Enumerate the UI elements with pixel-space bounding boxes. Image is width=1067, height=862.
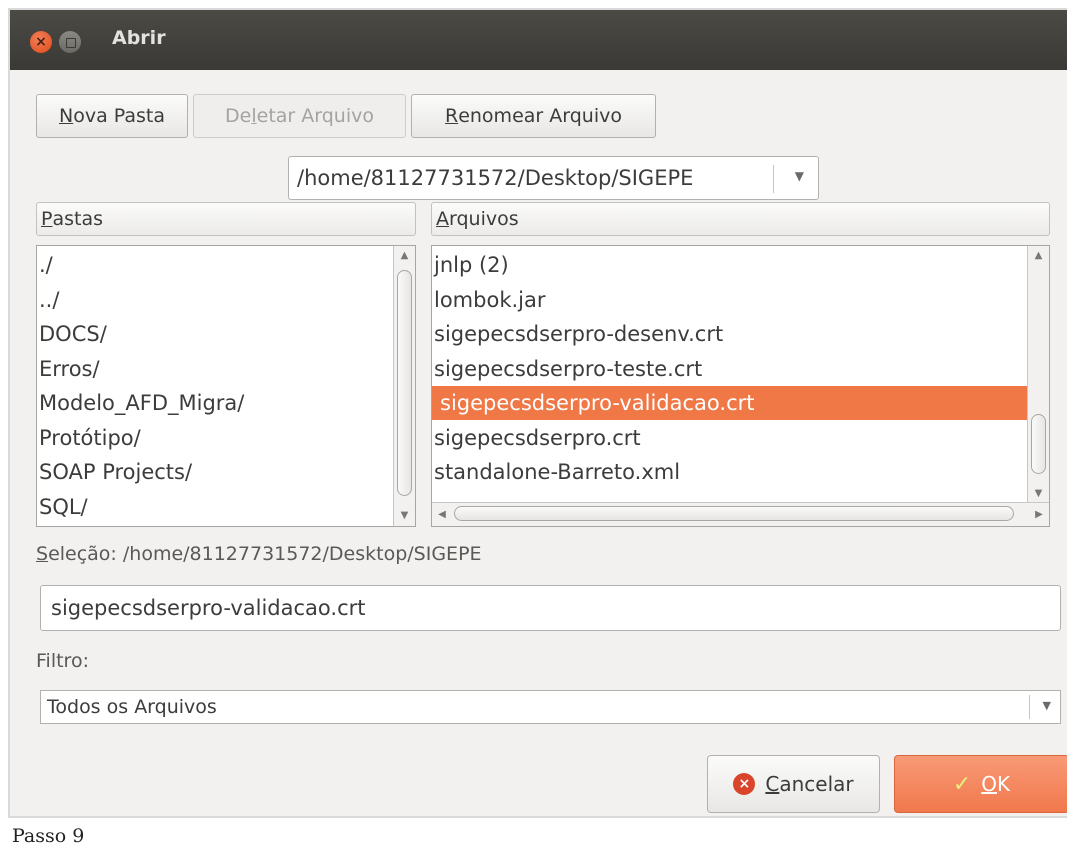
list-item[interactable]: lombok.jar	[432, 283, 1027, 317]
titlebar: × Abrir	[10, 10, 1067, 70]
files-hscroll-thumb[interactable]	[454, 506, 1014, 521]
path-combo-value: /home/81127731572/Desktop/SIGEPE	[297, 166, 694, 190]
selection-label: Seleção: /home/81127731572/Desktop/SIGEP…	[36, 543, 482, 565]
filter-select[interactable]: Todos os Arquivos ▼	[40, 690, 1061, 724]
chevron-down-icon[interactable]: ▼	[795, 169, 804, 183]
files-header[interactable]: Arquivos	[431, 202, 1050, 236]
delete-file-button[interactable]: De l etar Arquivo	[193, 94, 406, 138]
list-item[interactable]: SQL/	[37, 490, 393, 524]
ok-label: OK	[981, 772, 1011, 796]
step-caption: Passo 9	[12, 825, 85, 847]
scroll-up-icon[interactable]: ▲	[394, 246, 415, 266]
files-list[interactable]: jnlp (2) lombok.jar sigepecsdserpro-desenv…	[431, 245, 1050, 527]
window-title: Abrir	[112, 27, 166, 49]
list-item-selected[interactable]: sigepecsdserpro-validacao.crt	[432, 386, 1027, 420]
scroll-up-icon[interactable]: ▲	[1028, 246, 1049, 266]
chevron-down-icon[interactable]: ▼	[1043, 699, 1051, 712]
files-scroll-thumb[interactable]	[1031, 414, 1046, 474]
cancel-icon: ×	[733, 773, 756, 795]
files-vscroll[interactable]: ▲ ▼	[1027, 246, 1049, 504]
list-item[interactable]: Modelo_AFD_Migra/	[37, 386, 393, 420]
file-open-dialog: × Abrir Nova Pasta De l etar Arquivo Renom…	[8, 8, 1067, 818]
list-item[interactable]: sigepecsdserpro-desenv.crt	[432, 317, 1027, 351]
selection-input[interactable]: sigepecsdserpro-validacao.crt	[40, 585, 1061, 631]
list-item[interactable]: jnlp (2)	[432, 248, 1027, 282]
scroll-left-icon[interactable]: ◀	[432, 505, 452, 525]
ok-button[interactable]: ✓ OK	[894, 755, 1067, 813]
minimize-icon[interactable]	[59, 31, 81, 53]
cancel-label: Cancelar	[765, 772, 854, 796]
scroll-down-icon[interactable]: ▼	[1028, 484, 1049, 504]
combo-separator	[773, 165, 774, 193]
list-item[interactable]: sigepecsdserpro-teste.crt	[432, 352, 1027, 386]
checkmark-icon: ✓	[952, 771, 972, 797]
path-combo[interactable]: /home/81127731572/Desktop/SIGEPE ▼	[288, 156, 819, 200]
filter-select-value: Todos os Arquivos	[47, 696, 217, 718]
list-item[interactable]: Erros/	[37, 352, 393, 386]
list-item[interactable]: SOAP Projects/	[37, 455, 393, 489]
folders-scroll-thumb[interactable]	[397, 270, 412, 496]
scroll-right-icon[interactable]: ▶	[1029, 505, 1049, 525]
files-hscroll[interactable]: ◀ ▶	[432, 502, 1049, 526]
close-icon[interactable]: ×	[30, 31, 52, 53]
new-folder-button[interactable]: Nova Pasta	[36, 94, 188, 138]
scroll-down-icon[interactable]: ▼	[394, 506, 415, 526]
rename-file-button[interactable]: Renomear Arquivo	[411, 94, 656, 138]
list-item[interactable]: ./	[37, 248, 393, 282]
filter-label: Filtro:	[36, 650, 89, 672]
list-item[interactable]: ../	[37, 283, 393, 317]
folders-header[interactable]: Pastas	[36, 202, 416, 236]
folders-list[interactable]: ./../DOCS/Erros/Modelo_AFD_Migra/Protóti…	[36, 245, 416, 527]
list-item[interactable]: standalone-Barreto.xml	[432, 455, 1027, 489]
list-item[interactable]: Protótipo/	[37, 421, 393, 455]
list-item[interactable]: sigepecsdserpro.crt	[432, 421, 1027, 455]
list-item[interactable]: DOCS/	[37, 317, 393, 351]
selection-input-value: sigepecsdserpro-validacao.crt	[51, 596, 366, 620]
filter-separator	[1029, 695, 1030, 719]
folders-vscroll[interactable]: ▲ ▼	[393, 246, 415, 526]
cancel-button[interactable]: × Cancelar	[707, 755, 880, 813]
